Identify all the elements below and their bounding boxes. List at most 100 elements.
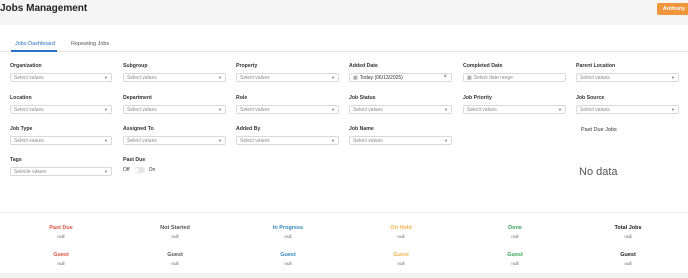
stat-label: Done [508,225,522,231]
assigned-to-placeholder: Select values [127,137,157,144]
job-source-placeholder: Select values [580,106,610,113]
tab-jobs-dashboard[interactable]: Jobs Dashboard [15,41,55,47]
department-label: Department [123,95,152,101]
chevron-down-icon: ▼ [671,107,675,112]
stat-value: null [57,261,65,266]
job-type-placeholder: Select values [14,137,44,144]
stat-label: On Hold [390,225,412,231]
subgroup-label: Subgroup [123,63,148,69]
stat-done: Done null [485,225,545,239]
page-title: Jobs Management [0,3,88,14]
bottom-bar [0,273,688,278]
stat-value: null [511,234,519,239]
stat-value: null [511,261,519,266]
calendar-icon: ▦ [353,74,358,81]
parent-location-placeholder: Select values [580,74,610,81]
job-priority-placeholder: Select values [467,106,497,113]
stat-value: null [397,261,405,266]
assigned-to-select[interactable]: Select values ▼ [123,136,226,145]
chevron-down-icon: ▼ [331,138,335,143]
stat-label: Guest [620,252,636,258]
chevron-down-icon: ▼ [331,75,335,80]
stat-value: null [284,261,292,266]
stat-past-due: Past Due null [31,225,91,239]
chevron-down-icon: ▼ [218,107,222,112]
stat-total-jobs: Total Jobs null [598,225,658,239]
added-by-select[interactable]: Select values ▼ [236,136,339,145]
added-date-picker[interactable]: ▦ Today (06/13/2025) × [349,73,452,82]
job-type-select[interactable]: Select values ▼ [10,136,112,145]
stat-value: null [57,234,65,239]
stat-value: null [171,234,179,239]
stat-guest-done: Guest null [485,252,545,266]
tags-select[interactable]: Selecte values ▼ [10,167,112,176]
stat-label: In Progress [272,225,304,231]
stat-guest-total: Guest null [598,252,658,266]
stat-label: Not Started [160,225,190,231]
past-due-toggle[interactable] [133,167,145,173]
added-date-label: Added Date [349,63,378,69]
stat-value: null [624,261,632,266]
stat-value: null [624,234,632,239]
added-by-placeholder: Select values [240,137,270,144]
parent-location-label: Parent Location [576,63,616,69]
past-due-toggle-row: Off On [123,167,155,173]
tags-placeholder: Selecte values [14,168,47,175]
job-source-select[interactable]: Select values ▼ [576,105,679,114]
stat-in-progress: In Progress null [258,225,318,239]
toggle-on-label: On [148,167,156,173]
tab-bar: Jobs Dashboard Repeating Jobs [0,38,688,52]
property-label: Property [236,63,258,69]
stat-value: null [284,234,292,239]
stat-on-hold: On Hold null [371,225,431,239]
organization-select[interactable]: Select values ▼ [10,73,112,82]
stat-label: Guest [280,252,296,258]
chevron-down-icon: ▼ [331,107,335,112]
tags-label: Tags [10,157,22,163]
role-label: Role [236,95,248,101]
job-status-label: Job Status [349,95,376,101]
user-menu-button[interactable]: Anthony [657,3,688,15]
stat-value: null [397,234,405,239]
chevron-down-icon: ▼ [444,138,448,143]
past-due-label: Past Due [123,157,146,163]
calendar-icon: ▦ [467,74,472,81]
chevron-down-icon: ▼ [218,138,222,143]
past-due-jobs-title: Past Due Jobs [581,127,617,133]
toggle-knob [134,167,140,173]
job-name-label: Job Name [349,126,374,132]
department-select[interactable]: Select values ▼ [123,105,226,114]
location-placeholder: Select values [14,106,44,113]
completed-date-picker[interactable]: ▦ Select date range [463,73,566,82]
job-name-select[interactable]: Select values ▼ [349,136,452,145]
stat-not-started: Not Started null [145,225,205,239]
stat-guest-not-started: Guest null [145,252,205,266]
subgroup-select[interactable]: Select values ▼ [123,73,226,82]
stat-label: Guest [393,252,409,258]
role-select[interactable]: Select values ▼ [236,105,339,114]
completed-date-placeholder: Select date range [473,74,513,81]
page-header: Jobs Management Anthony [0,0,688,25]
property-placeholder: Select values [240,74,270,81]
organization-label: Organization [10,63,42,69]
location-select[interactable]: Select values ▼ [10,105,112,114]
stat-guest-in-progress: Guest null [258,252,318,266]
property-select[interactable]: Select values ▼ [236,73,339,82]
job-status-select[interactable]: Select values ▼ [349,105,452,114]
parent-location-select[interactable]: Select values ▼ [576,73,679,82]
stat-guest-on-hold: Guest null [371,252,431,266]
chevron-down-icon: ▼ [218,75,222,80]
organization-placeholder: Select values [14,74,44,81]
chevron-down-icon: ▼ [104,138,108,143]
job-priority-select[interactable]: Select values ▼ [463,105,566,114]
added-date-value: Today (06/13/2025) [359,74,403,81]
job-source-label: Job Source [576,95,605,101]
added-by-label: Added By [236,126,261,132]
assigned-to-label: Assigned To [123,126,154,132]
section-divider [0,212,688,213]
clear-icon[interactable]: × [443,74,447,80]
tab-repeating-jobs[interactable]: Repeating Jobs [71,41,109,47]
job-type-label: Job Type [10,126,33,132]
department-placeholder: Select values [127,106,157,113]
no-data-text: No data [579,166,618,178]
